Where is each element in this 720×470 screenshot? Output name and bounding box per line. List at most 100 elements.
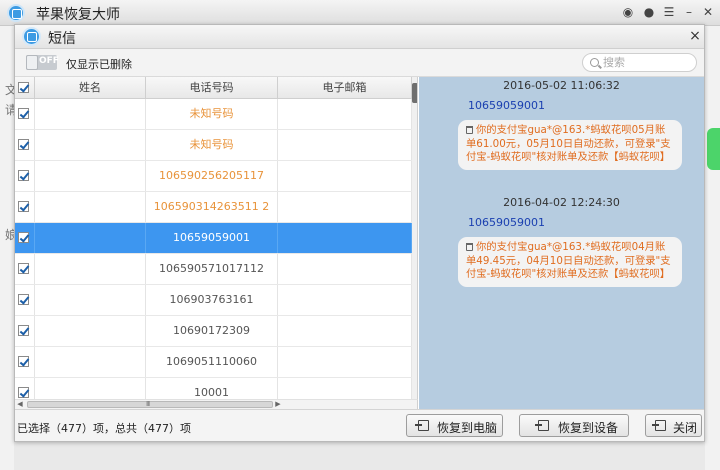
cell-phone: 106590256205117 bbox=[146, 161, 278, 191]
column-header-phone[interactable]: 电话号码 bbox=[146, 77, 278, 99]
app-titlebar: 苹果恢复大师 ◉ ● ☰ – ✕ bbox=[0, 0, 720, 26]
dialog-footer: 已选择（477）项，总共（477）项 恢复到电脑 恢复到设备 关闭 bbox=[15, 409, 704, 441]
cell-name bbox=[35, 223, 146, 253]
row-checkbox-cell bbox=[15, 130, 35, 160]
cell-email bbox=[278, 161, 412, 191]
column-header-name[interactable]: 姓名 bbox=[35, 77, 146, 99]
row-checkbox[interactable] bbox=[18, 139, 29, 150]
cell-email bbox=[278, 130, 412, 160]
table-row[interactable]: 106590571017112 bbox=[15, 254, 413, 285]
row-checkbox[interactable] bbox=[18, 108, 29, 119]
close-label: 关闭 bbox=[673, 421, 698, 435]
background-panel-left: 文 请 娘 bbox=[0, 26, 17, 470]
cell-phone: 1069051110060 bbox=[146, 347, 278, 377]
minimize-icon[interactable]: – bbox=[682, 5, 696, 19]
toggle-state-text: OFF bbox=[39, 56, 59, 66]
cell-name bbox=[35, 378, 146, 399]
row-checkbox[interactable] bbox=[18, 356, 29, 367]
row-checkbox[interactable] bbox=[18, 294, 29, 305]
table-horizontal-scrollbar[interactable]: ◀ III ▶ bbox=[15, 399, 418, 409]
cell-phone: 10001 bbox=[146, 378, 278, 399]
table-row[interactable]: 1069051110060 bbox=[15, 347, 413, 378]
table-row[interactable]: 10659059001 bbox=[15, 223, 413, 254]
vertical-scrollbar-thumb[interactable] bbox=[412, 83, 417, 103]
background-panel-right bbox=[705, 26, 720, 470]
row-checkbox[interactable] bbox=[18, 201, 29, 212]
table-row[interactable]: 10001 bbox=[15, 378, 413, 399]
background-green-tab bbox=[707, 128, 720, 170]
message-date: 2016-04-02 12:24:30 bbox=[503, 196, 620, 209]
row-checkbox-cell bbox=[15, 223, 35, 253]
trash-icon bbox=[466, 243, 473, 251]
cell-email bbox=[278, 223, 412, 253]
message-bubble: 你的支付宝gua*@163.*蚂蚁花呗04月账单49.45元，04月10日自动还… bbox=[458, 237, 682, 287]
row-checkbox-cell bbox=[15, 161, 35, 191]
row-checkbox-cell bbox=[15, 285, 35, 315]
table-row[interactable]: 106590256205117 bbox=[15, 161, 413, 192]
select-all-checkbox[interactable] bbox=[18, 82, 29, 93]
cell-phone: 106590314263511 2 bbox=[146, 192, 278, 222]
cell-name bbox=[35, 161, 146, 191]
row-checkbox-cell bbox=[15, 192, 35, 222]
chat-icon[interactable]: ● bbox=[642, 5, 656, 19]
cell-phone: 未知号码 bbox=[146, 99, 278, 129]
row-checkbox[interactable] bbox=[18, 232, 29, 243]
dialog-titlebar: 短信 × bbox=[15, 25, 704, 49]
message-date: 2016-05-02 11:06:32 bbox=[503, 79, 620, 92]
app-logo-icon bbox=[7, 4, 25, 22]
cell-name bbox=[35, 130, 146, 160]
horizontal-scrollbar-thumb[interactable]: III bbox=[27, 400, 273, 408]
trash-icon bbox=[466, 126, 473, 134]
table-row[interactable]: 10690172309 bbox=[15, 316, 413, 347]
row-checkbox[interactable] bbox=[18, 170, 29, 181]
dialog-title: 短信 bbox=[48, 31, 76, 47]
restore-to-device-label: 恢复到设备 bbox=[558, 421, 619, 435]
exit-icon bbox=[652, 420, 666, 431]
table-vertical-scrollbar[interactable] bbox=[412, 77, 417, 399]
table-row[interactable]: 未知号码 bbox=[15, 130, 413, 161]
cell-phone: 10659059001 bbox=[146, 223, 278, 253]
cell-email bbox=[278, 254, 412, 284]
scroll-left-arrow-icon[interactable]: ◀ bbox=[15, 400, 25, 409]
cell-email bbox=[278, 316, 412, 346]
row-checkbox-cell bbox=[15, 347, 35, 377]
cell-email bbox=[278, 285, 412, 315]
cell-email bbox=[278, 378, 412, 399]
search-input[interactable] bbox=[603, 55, 693, 70]
message-sender: 10659059001 bbox=[468, 216, 545, 229]
row-checkbox-cell bbox=[15, 99, 35, 129]
row-checkbox[interactable] bbox=[18, 263, 29, 274]
selection-status: 已选择（477）项，总共（477）项 bbox=[17, 422, 191, 435]
cell-phone: 106903763161 bbox=[146, 285, 278, 315]
dialog-close-icon[interactable]: × bbox=[688, 28, 702, 44]
message-text: 你的支付宝gua*@163.*蚂蚁花呗05月账单61.00元，05月10日自动还… bbox=[466, 124, 671, 163]
dialog-logo-icon bbox=[22, 27, 41, 46]
header-checkbox-cell bbox=[15, 77, 35, 99]
row-checkbox-cell bbox=[15, 378, 35, 399]
sms-dialog: 短信 × OFF 仅显示已删除 姓名 电话号码 电子邮箱 未知号码未知号码106… bbox=[14, 24, 705, 442]
column-header-email[interactable]: 电子邮箱 bbox=[278, 77, 412, 99]
show-deleted-toggle[interactable]: OFF bbox=[26, 55, 59, 70]
app-title: 苹果恢复大师 bbox=[36, 7, 120, 23]
scrollbar-grip: III bbox=[146, 400, 150, 408]
row-checkbox-cell bbox=[15, 254, 35, 284]
table-row[interactable]: 未知号码 bbox=[15, 99, 413, 130]
table-row[interactable]: 106903763161 bbox=[15, 285, 413, 316]
row-checkbox[interactable] bbox=[18, 387, 29, 398]
cell-phone: 未知号码 bbox=[146, 130, 278, 160]
table-row[interactable]: 106590314263511 2 bbox=[15, 192, 413, 223]
restore-to-device-button[interactable]: 恢复到设备 bbox=[519, 414, 629, 437]
dialog-toolbar: OFF 仅显示已删除 bbox=[15, 49, 704, 77]
message-bubble: 你的支付宝gua*@163.*蚂蚁花呗05月账单61.00元，05月10日自动还… bbox=[458, 120, 682, 170]
menu-icon[interactable]: ☰ bbox=[662, 5, 676, 19]
cell-name bbox=[35, 347, 146, 377]
close-button[interactable]: 关闭 bbox=[645, 414, 702, 437]
search-box bbox=[582, 53, 697, 72]
scroll-right-arrow-icon[interactable]: ▶ bbox=[273, 400, 283, 409]
app-close-icon[interactable]: ✕ bbox=[701, 5, 715, 19]
weibo-icon[interactable]: ◉ bbox=[621, 5, 635, 19]
row-checkbox[interactable] bbox=[18, 325, 29, 336]
toggle-knob bbox=[26, 55, 38, 70]
restore-to-pc-button[interactable]: 恢复到电脑 bbox=[406, 414, 503, 437]
cell-name bbox=[35, 285, 146, 315]
